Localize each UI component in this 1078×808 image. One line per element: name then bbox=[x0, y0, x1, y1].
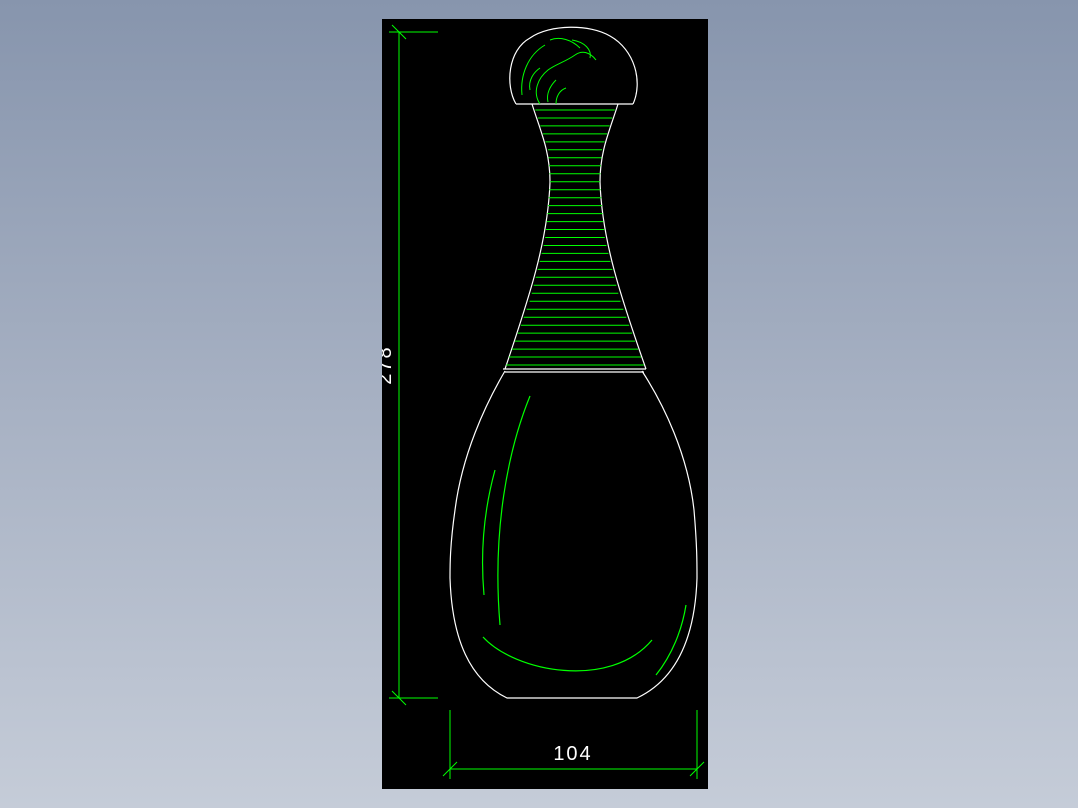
stopper-swirl-5 bbox=[555, 87, 567, 105]
neck-right-edge bbox=[599, 103, 647, 370]
bottle-drawing: 278 104 bbox=[382, 24, 705, 779]
bottle-body bbox=[449, 368, 698, 699]
body-highlights bbox=[481, 395, 687, 676]
stopper-swirl-6 bbox=[529, 67, 541, 91]
highlight-left-long bbox=[497, 395, 531, 626]
stopper-swirl-4 bbox=[547, 79, 557, 103]
neck-left-edge bbox=[504, 103, 551, 370]
highlight-bottom-arc bbox=[482, 636, 653, 672]
stopper-swirl-1 bbox=[521, 44, 546, 96]
bottle-neck bbox=[504, 103, 647, 370]
cad-viewport[interactable]: 278 104 bbox=[382, 19, 708, 789]
neck-ribs bbox=[506, 109, 644, 366]
width-dimension-text: 104 bbox=[553, 743, 592, 765]
stopper-swirl-2 bbox=[535, 51, 597, 105]
height-dimension bbox=[389, 24, 438, 706]
stopper-sphere bbox=[509, 26, 638, 105]
stopper-swirl-3 bbox=[549, 37, 581, 49]
body-outline bbox=[449, 370, 698, 699]
highlight-right bbox=[655, 604, 687, 676]
height-dimension-text: 278 bbox=[382, 345, 396, 384]
bottle-stopper bbox=[509, 26, 638, 105]
highlight-left-short bbox=[481, 469, 496, 596]
